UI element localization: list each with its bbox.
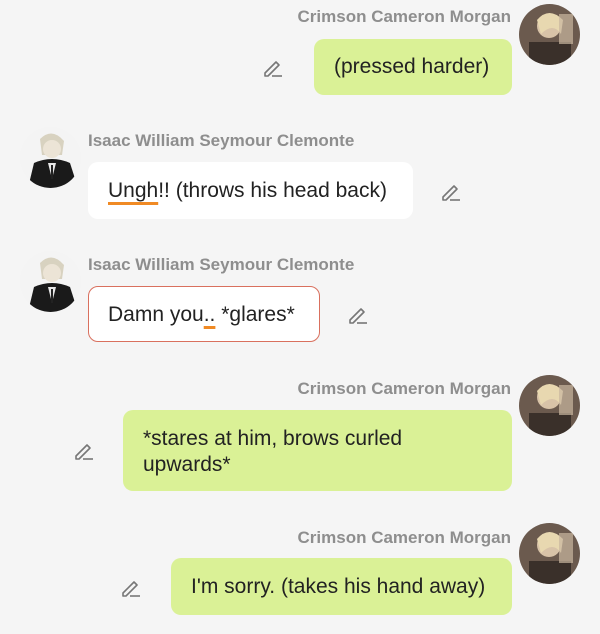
message-bubble[interactable]: *stares at him, brows curled upwards* bbox=[123, 410, 512, 491]
sender-name: Crimson Cameron Morgan bbox=[297, 379, 511, 398]
pencil-icon[interactable] bbox=[73, 439, 95, 461]
message-text: Ungh!! (throws his head back) bbox=[108, 179, 387, 202]
sender-name: Isaac William Seymour Clemonte bbox=[88, 255, 355, 274]
pencil-icon[interactable] bbox=[120, 576, 142, 598]
spellcheck-word[interactable]: Ungh bbox=[108, 179, 158, 202]
spellcheck-word[interactable]: .. bbox=[204, 303, 216, 326]
pencil-icon[interactable] bbox=[262, 56, 284, 78]
sender-name: Isaac William Seymour Clemonte bbox=[88, 131, 355, 150]
sender-name: Crimson Cameron Morgan bbox=[297, 528, 511, 547]
pencil-icon[interactable] bbox=[440, 180, 462, 202]
user-avatar[interactable] bbox=[519, 375, 580, 436]
user-avatar[interactable] bbox=[519, 4, 580, 65]
message-bubble[interactable]: I'm sorry. (takes his hand away) bbox=[171, 558, 512, 615]
message-bubble[interactable]: (pressed harder) bbox=[314, 39, 512, 95]
message-text: (pressed harder) bbox=[334, 55, 490, 78]
character-avatar[interactable] bbox=[20, 127, 81, 188]
message-bubble[interactable]: Ungh!! (throws his head back) bbox=[88, 162, 413, 219]
message-text: I'm sorry. (takes his hand away) bbox=[191, 575, 486, 598]
pencil-icon[interactable] bbox=[347, 303, 369, 325]
message-text: Damn you.. *glares* bbox=[108, 303, 295, 326]
character-avatar[interactable] bbox=[20, 251, 81, 312]
user-avatar[interactable] bbox=[519, 523, 580, 584]
sender-name: Crimson Cameron Morgan bbox=[297, 7, 511, 26]
message-bubble-selected[interactable]: Damn you.. *glares* bbox=[88, 286, 320, 342]
message-text: *stares at him, brows curled upwards* bbox=[143, 427, 403, 476]
